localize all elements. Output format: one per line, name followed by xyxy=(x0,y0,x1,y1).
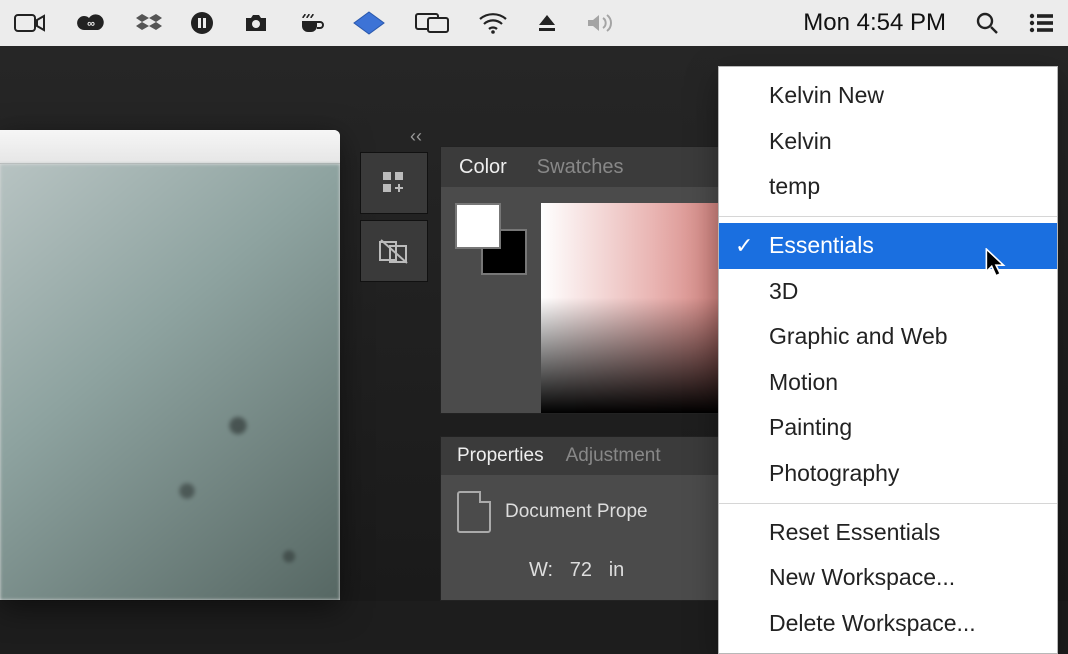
panel-icon-noimage[interactable] xyxy=(360,220,428,282)
displays-icon[interactable] xyxy=(414,11,450,35)
notification-center-icon[interactable] xyxy=(1028,12,1054,34)
document-icon xyxy=(457,491,491,533)
menu-item-label: Essentials xyxy=(769,232,874,258)
collapsed-panel-strip: ‹‹ xyxy=(360,126,428,288)
eject-icon[interactable] xyxy=(536,12,558,34)
workspace-menu: Kelvin New Kelvin temp ✓ Essentials 3D G… xyxy=(718,66,1058,654)
panel-icon-arrange[interactable] xyxy=(360,152,428,214)
panel-collapse-arrows[interactable]: ‹‹ xyxy=(360,126,428,152)
workspace-item-temp[interactable]: temp xyxy=(719,164,1057,210)
workspace-item-painting[interactable]: Painting xyxy=(719,405,1057,451)
color-field[interactable] xyxy=(541,203,729,413)
workspace-item-delete[interactable]: Delete Workspace... xyxy=(719,601,1057,647)
width-value: 72 xyxy=(570,559,592,581)
workspace-item-graphic-web[interactable]: Graphic and Web xyxy=(719,314,1057,360)
pause-badge-icon[interactable] xyxy=(190,11,214,35)
workspace-item-new[interactable]: New Workspace... xyxy=(719,555,1057,601)
uad-diamond-icon[interactable] xyxy=(352,10,386,36)
tab-color[interactable]: Color xyxy=(459,156,507,179)
foreground-color-swatch[interactable] xyxy=(455,203,501,249)
workspace-item-kelvin-new[interactable]: Kelvin New xyxy=(719,73,1057,119)
document-canvas[interactable] xyxy=(0,164,340,600)
wifi-icon[interactable] xyxy=(478,12,508,34)
creative-cloud-icon[interactable]: ∞ xyxy=(74,11,108,35)
tab-properties[interactable]: Properties xyxy=(457,445,544,467)
width-readout: W: 72 in xyxy=(441,533,729,582)
document-properties-label: Document Prope xyxy=(505,501,648,523)
document-window xyxy=(0,130,340,600)
camera-icon[interactable] xyxy=(242,12,270,34)
color-panel: Color Swatches xyxy=(440,146,730,414)
width-unit: in xyxy=(609,559,625,581)
caffeine-icon[interactable] xyxy=(298,11,324,35)
workspace-item-reset[interactable]: Reset Essentials xyxy=(719,510,1057,556)
workspace-item-photography[interactable]: Photography xyxy=(719,451,1057,497)
document-titlebar[interactable] xyxy=(0,130,340,164)
workspace-item-motion[interactable]: Motion xyxy=(719,360,1057,406)
properties-panel: Properties Adjustment Document Prope W: … xyxy=(440,436,730,601)
tab-swatches[interactable]: Swatches xyxy=(537,156,624,179)
checkmark-icon: ✓ xyxy=(735,229,753,263)
tab-adjustments[interactable]: Adjustment xyxy=(566,445,661,467)
color-panel-tabs: Color Swatches xyxy=(441,147,729,187)
workspace-item-3d[interactable]: 3D xyxy=(719,269,1057,315)
workspace-item-kelvin[interactable]: Kelvin xyxy=(719,119,1057,165)
volume-icon[interactable] xyxy=(586,12,616,34)
spotlight-icon[interactable] xyxy=(974,10,1000,36)
menu-separator xyxy=(719,503,1057,504)
facetime-icon[interactable] xyxy=(14,12,46,34)
macos-menubar: ∞ Mon 4:54 PM xyxy=(0,0,1068,46)
menubar-clock[interactable]: Mon 4:54 PM xyxy=(803,9,946,37)
width-label: W: xyxy=(529,559,553,581)
menu-separator xyxy=(719,216,1057,217)
svg-text:∞: ∞ xyxy=(87,18,95,30)
workspace-item-essentials[interactable]: ✓ Essentials xyxy=(719,223,1057,269)
properties-panel-tabs: Properties Adjustment xyxy=(441,437,729,475)
dropbox-icon[interactable] xyxy=(136,12,162,34)
fg-bg-swatch[interactable] xyxy=(455,203,527,275)
